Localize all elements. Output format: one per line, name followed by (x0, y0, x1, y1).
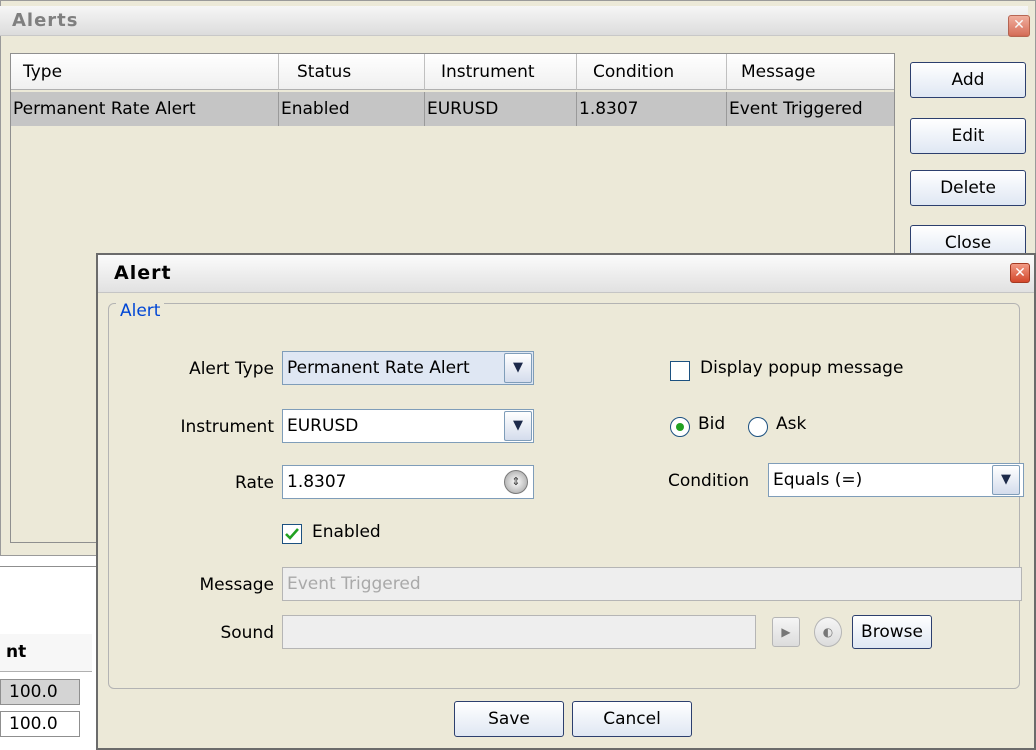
enabled-label: Enabled (312, 522, 381, 542)
table-cell-type: Permanent Rate Alert (11, 92, 279, 126)
speaker-icon[interactable]: ◐ (814, 617, 842, 647)
cancel-button[interactable]: Cancel (572, 701, 692, 737)
spinner-icon[interactable]: ⇕ (504, 470, 528, 494)
table-cell[interactable]: 100.0 (0, 711, 80, 737)
save-button[interactable]: Save (454, 701, 564, 737)
sound-input[interactable] (282, 615, 756, 649)
condition-select[interactable]: Equals (=) (768, 463, 1024, 497)
message-label: Message (199, 575, 274, 595)
bid-radio[interactable] (670, 417, 690, 437)
alert-type-value: Permanent Rate Alert (287, 358, 470, 378)
alert-type-select[interactable]: Permanent Rate Alert (282, 351, 534, 385)
instrument-label: Instrument (180, 417, 274, 437)
table-cell-status: Enabled (279, 92, 425, 126)
dialog-close-icon[interactable]: ✕ (1010, 263, 1030, 283)
checkmark-icon (285, 528, 299, 540)
chevron-down-icon[interactable]: ▼ (504, 411, 532, 441)
delete-button[interactable]: Delete (910, 170, 1026, 206)
sound-label: Sound (220, 623, 274, 643)
message-placeholder: Event Triggered (287, 574, 421, 594)
column-header-instrument[interactable]: Instrument (425, 54, 577, 90)
alerts-close-icon[interactable]: ✕ (1008, 15, 1030, 37)
table-row[interactable]: Permanent Rate Alert Enabled EURUSD 1.83… (11, 92, 894, 126)
condition-label: Condition (668, 471, 750, 491)
alert-dialog: Alert ✕ Alert Alert Type Permanent Rate … (96, 253, 1036, 750)
chevron-down-icon[interactable]: ▼ (992, 465, 1020, 495)
column-header-status[interactable]: Status (279, 54, 425, 90)
edit-button[interactable]: Edit (910, 118, 1026, 154)
rate-value: 1.8307 (287, 472, 347, 492)
table-cell-condition: 1.8307 (577, 92, 727, 126)
browse-button[interactable]: Browse (852, 615, 932, 649)
condition-value: Equals (=) (773, 470, 863, 490)
table-cell-instrument: EURUSD (425, 92, 577, 126)
enabled-checkbox[interactable] (282, 524, 302, 544)
alerts-window-title: Alerts (12, 10, 79, 31)
alerts-title-bar[interactable]: Alerts (0, 6, 1028, 36)
column-header-message[interactable]: Message (727, 54, 894, 90)
column-header-condition[interactable]: Condition (577, 54, 727, 90)
ask-radio[interactable] (748, 417, 768, 437)
table-cell[interactable]: 100.0 (0, 679, 80, 705)
display-popup-label: Display popup message (700, 358, 904, 378)
alert-dialog-title: Alert (114, 262, 172, 284)
alert-type-label: Alert Type (189, 359, 274, 379)
instrument-select[interactable]: EURUSD (282, 409, 534, 443)
radio-selected-icon (676, 423, 684, 431)
alert-group-label: Alert (116, 301, 165, 321)
display-popup-checkbox[interactable] (670, 361, 690, 381)
play-icon[interactable]: ▶ (772, 617, 800, 647)
message-input[interactable]: Event Triggered (282, 567, 1022, 601)
table-cell-message: Event Triggered (727, 92, 894, 126)
chevron-down-icon[interactable]: ▼ (504, 353, 532, 383)
rate-label: Rate (235, 473, 274, 493)
instrument-value: EURUSD (287, 416, 359, 436)
background-table-header-label: nt (6, 642, 27, 662)
alert-dialog-title-bar[interactable]: Alert ✕ (98, 255, 1034, 293)
add-button[interactable]: Add (910, 62, 1026, 98)
column-header-type[interactable]: Type (11, 54, 279, 90)
bid-label: Bid (698, 414, 726, 434)
ask-label: Ask (776, 414, 807, 434)
rate-input[interactable]: 1.8307 (282, 465, 534, 499)
